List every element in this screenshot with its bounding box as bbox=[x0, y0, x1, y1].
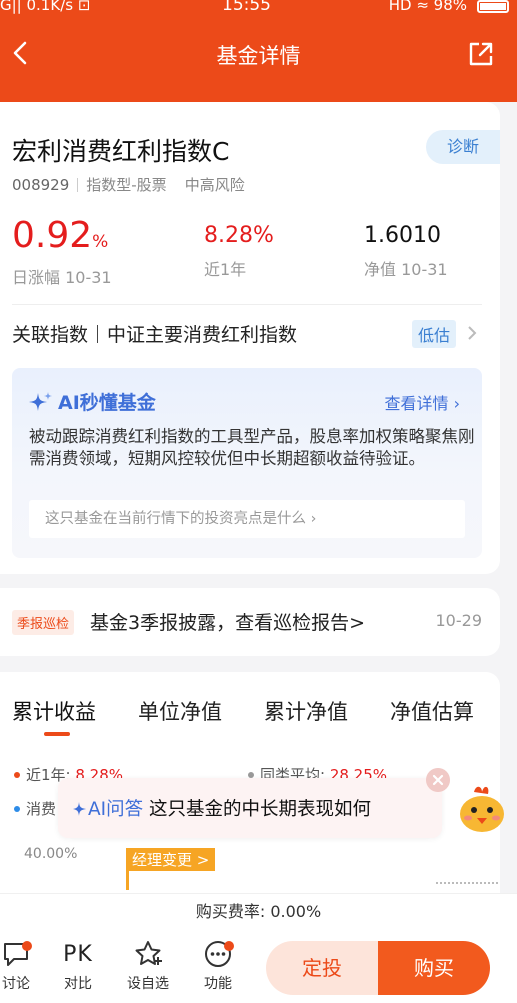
daily-change-unit: % bbox=[92, 232, 109, 252]
ai-explain-title-text: AI秒懂基金 bbox=[58, 392, 156, 414]
daily-change-stat: 0.92% 日涨幅 10-31 bbox=[12, 216, 112, 288]
quarterly-text: 基金3季报披露，查看巡检报告> bbox=[90, 612, 366, 634]
ai-explain-box: AI秒懂基金 查看详情 › 被动跟踪消费红利指数的工具型产品，股息率加权策略聚焦… bbox=[12, 368, 482, 558]
auto-invest-button[interactable]: 定投 bbox=[266, 941, 378, 995]
legend-index: 消费 bbox=[14, 798, 56, 819]
fund-summary-card: 宏利消费红利指数C 诊断 008929 指数型-股票 中高风险 0.92% 日涨幅 … bbox=[0, 102, 500, 574]
compare-label: 对比 bbox=[64, 976, 92, 992]
fund-code: 008929 bbox=[12, 176, 70, 194]
page-title: 基金详情 bbox=[216, 44, 301, 68]
quarterly-report-card[interactable]: 季报巡检 基金3季报披露，查看巡检报告> 10-29 bbox=[0, 588, 500, 656]
ai-view-details-link[interactable]: 查看详情 › bbox=[385, 390, 461, 414]
notification-dot bbox=[22, 941, 32, 951]
buy-button[interactable]: 购买 bbox=[378, 941, 490, 995]
fund-name: 宏利消费红利指数C bbox=[12, 137, 230, 166]
notification-dot bbox=[224, 941, 234, 951]
divider bbox=[77, 178, 79, 192]
mascot-chick-icon[interactable] bbox=[452, 778, 512, 838]
legend-dot bbox=[14, 772, 20, 778]
add-watchlist-label: 设自选 bbox=[127, 976, 169, 992]
sparkle-icon bbox=[73, 802, 86, 816]
legend-dot bbox=[14, 806, 20, 812]
year-return-value: 8.28% bbox=[204, 223, 274, 248]
clock: 15:55 bbox=[222, 0, 271, 15]
chart-gridline bbox=[436, 882, 498, 884]
pk-icon: PK bbox=[63, 942, 93, 967]
related-index-row[interactable]: 关联指数 中证主要消费红利指数 低估 bbox=[12, 320, 482, 350]
manager-change-marker bbox=[126, 870, 129, 890]
ai-explain-text: 被动跟踪消费红利指数的工具型产品，股息率加权策略聚焦刚需消费领域，短期风控较优但… bbox=[29, 427, 475, 468]
active-tab-indicator bbox=[44, 732, 70, 736]
related-index-prefix: 关联指数 bbox=[12, 324, 89, 346]
discuss-button[interactable]: 讨论 bbox=[0, 939, 46, 993]
add-watchlist-button[interactable]: 设自选 bbox=[118, 939, 178, 993]
legend-index-label: 消费 bbox=[26, 800, 57, 818]
chevron-right-icon bbox=[468, 326, 477, 340]
battery-icon bbox=[477, 0, 509, 13]
ai-suggested-question[interactable]: 这只基金在当前行情下的投资亮点是什么 › bbox=[29, 500, 465, 538]
fund-meta: 008929 指数型-股票 中高风险 bbox=[12, 174, 245, 195]
tab-cumulative-nav[interactable]: 累计净值 bbox=[264, 696, 348, 726]
chart-y-label: 40.00% bbox=[24, 846, 78, 862]
purchase-fee: 购买费率: 0.00% bbox=[0, 893, 517, 931]
nav-label: 净值 10-31 bbox=[364, 260, 448, 279]
bottom-action-bar: 讨论 PK 对比 设自选 功能 定投 购买 bbox=[0, 931, 517, 1003]
tab-cumulative-return[interactable]: 累计收益 bbox=[12, 696, 96, 726]
functions-label: 功能 bbox=[204, 976, 232, 992]
manager-change-tag[interactable]: 经理变更 > bbox=[126, 848, 216, 871]
functions-button[interactable]: 功能 bbox=[188, 939, 248, 993]
close-icon[interactable] bbox=[426, 768, 450, 792]
discuss-label: 讨论 bbox=[2, 976, 30, 992]
quarterly-tag: 季报巡检 bbox=[12, 610, 75, 635]
star-plus-icon bbox=[135, 941, 162, 965]
fund-risk: 中高风险 bbox=[184, 176, 245, 194]
ai-explain-title: AI秒懂基金 bbox=[28, 388, 156, 415]
year-return-stat[interactable]: 8.28% 近1年 bbox=[204, 212, 274, 280]
nav-stat[interactable]: 1.6010 净值 10-31 bbox=[364, 212, 448, 280]
system-status: HD ≈ 98% bbox=[388, 0, 467, 14]
tab-unit-nav[interactable]: 单位净值 bbox=[138, 696, 222, 726]
divider bbox=[97, 325, 99, 343]
daily-change-label: 日涨幅 10-31 bbox=[12, 268, 112, 287]
ai-qa-popup[interactable]: AI问答 这只基金的中长期表现如何 bbox=[58, 768, 450, 838]
nav-value: 1.6010 bbox=[364, 223, 441, 248]
network-status: G|| 0.1K/s ⊡ bbox=[0, 0, 91, 14]
fund-type: 指数型-股票 bbox=[86, 176, 167, 194]
compare-button[interactable]: PK 对比 bbox=[48, 939, 108, 993]
sparkle-icon bbox=[29, 392, 52, 411]
valuation-badge: 低估 bbox=[411, 320, 456, 348]
status-bar: G|| 0.1K/s ⊡ 15:55 HD ≈ 98% bbox=[0, 0, 517, 16]
tab-nav-estimate[interactable]: 净值估算 bbox=[390, 696, 474, 726]
quarterly-date: 10-29 bbox=[435, 611, 483, 630]
ai-qa-question: 这只基金的中长期表现如何 bbox=[149, 799, 372, 820]
ai-qa-label: AI问答 bbox=[88, 799, 144, 820]
diagnose-button[interactable]: 诊断 bbox=[426, 130, 500, 164]
related-index-name: 中证主要消费红利指数 bbox=[107, 324, 298, 346]
divider bbox=[12, 304, 482, 305]
ai-qa-content: AI问答 这只基金的中长期表现如何 bbox=[72, 795, 371, 821]
app-header: G|| 0.1K/s ⊡ 15:55 HD ≈ 98% 基金详情 bbox=[0, 0, 517, 102]
daily-change-value: 0.92 bbox=[12, 215, 93, 256]
share-icon[interactable] bbox=[467, 40, 495, 68]
